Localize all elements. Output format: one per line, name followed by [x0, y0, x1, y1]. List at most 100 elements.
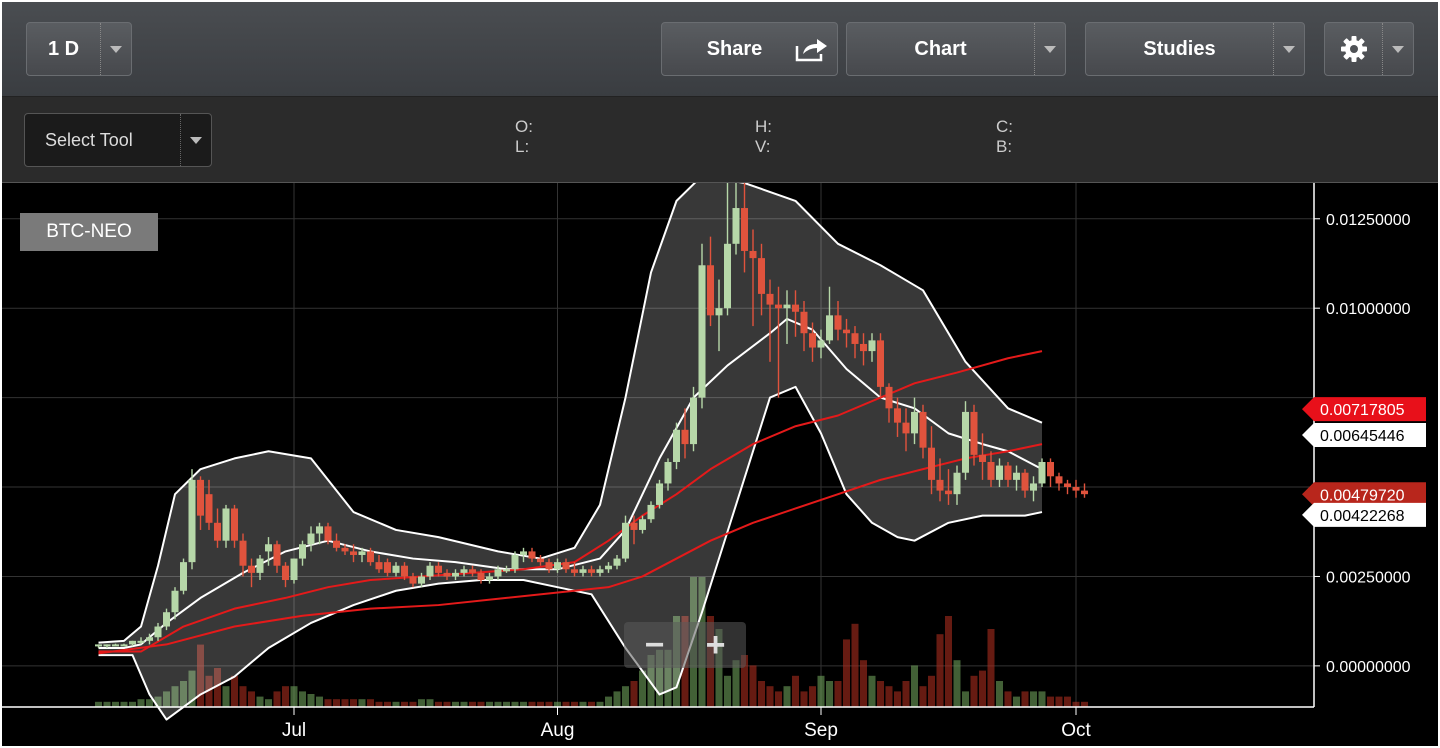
share-label: Share [706, 37, 763, 60]
volume-bar [868, 675, 876, 707]
candle-body [350, 551, 357, 555]
candle-body [868, 340, 876, 352]
toolbar: 1 D Share Chart Studies [2, 2, 1438, 97]
candle [962, 401, 969, 480]
candle-body [809, 333, 816, 348]
volume-bar [792, 675, 799, 707]
volume-bar [1072, 701, 1080, 707]
candle-body [987, 461, 995, 480]
gear-icon [1325, 35, 1382, 63]
volume-bar [333, 699, 340, 707]
chevron-down-icon[interactable] [100, 23, 131, 75]
candle-body [766, 293, 774, 305]
candle-body [367, 551, 374, 563]
interval-label: 1 D [47, 37, 80, 60]
zoom-in-button[interactable]: + [696, 626, 736, 665]
chevron-down-icon[interactable] [1382, 23, 1413, 75]
candle-body [341, 547, 349, 552]
volume-bar [324, 699, 332, 707]
candle-body [528, 551, 536, 559]
volume-bar [545, 701, 553, 707]
volume-bar [817, 675, 825, 707]
candle-body [554, 562, 561, 570]
volume-bar [341, 699, 349, 707]
volume-bar [800, 691, 808, 707]
candle-body [290, 558, 298, 581]
chevron-down-icon[interactable] [1273, 23, 1304, 75]
candle-body [1064, 483, 1071, 488]
y-tick-label: 0.01250000 [1326, 212, 1411, 229]
volume-bar [350, 699, 357, 707]
y-tick-label: 0.00250000 [1326, 569, 1411, 586]
candle [188, 469, 196, 570]
share-button[interactable]: Share [661, 22, 838, 76]
candle-body [545, 562, 553, 570]
volume-bar [452, 701, 459, 707]
candle-body [443, 572, 451, 577]
candle [698, 243, 706, 409]
candle [1064, 479, 1071, 495]
studies-dropdown[interactable]: Studies [1085, 22, 1305, 76]
volume-bar [902, 681, 910, 707]
ohlc-open-low: O: L: [515, 117, 533, 157]
volume-bar [477, 701, 485, 707]
volume-bar [579, 701, 587, 707]
price-labels: 0.00717805 0.00645446 0.00479720 0.00422268 [1302, 397, 1426, 527]
volume-bar [860, 660, 867, 707]
volume-bar [435, 701, 442, 707]
volume-bar [928, 675, 935, 707]
volume-bar [426, 699, 434, 707]
candle-body [783, 304, 791, 309]
volume-bar [375, 701, 383, 707]
candle-body [477, 572, 485, 581]
volume-bar [834, 681, 842, 707]
price-label: 0.00717805 [1320, 402, 1405, 419]
volume-bar [239, 686, 247, 707]
settings-dropdown[interactable] [1324, 22, 1414, 76]
candle-body [120, 644, 128, 647]
candle-body [894, 408, 901, 423]
candle-body [749, 250, 757, 259]
volume-bar [877, 681, 884, 707]
interval-dropdown[interactable]: 1 D [26, 22, 132, 76]
x-tick-label: Sep [804, 720, 838, 741]
volume-bar [511, 701, 519, 707]
share-icon [787, 36, 837, 62]
volume-bar [120, 701, 128, 707]
volume-bar [911, 665, 918, 707]
candle-body [469, 569, 476, 573]
volume-bar [112, 701, 119, 707]
candle-body [741, 208, 748, 251]
candle-body [579, 569, 587, 573]
volume-label: V: [755, 137, 771, 156]
chevron-down-icon[interactable] [180, 114, 211, 166]
candle-body [792, 304, 799, 312]
candle-body [358, 551, 366, 555]
candle-body [630, 522, 638, 530]
candle-body [690, 397, 697, 445]
chevron-down-icon[interactable] [1034, 23, 1065, 75]
candle [290, 558, 298, 584]
chart-type-dropdown[interactable]: Chart [846, 22, 1066, 76]
volume-bar [1047, 696, 1054, 707]
price-label: 0.00422268 [1320, 508, 1405, 525]
volume-bar [307, 694, 315, 707]
candle [1081, 483, 1088, 498]
zoom-out-button[interactable]: − [635, 626, 675, 665]
volume-bar [979, 670, 986, 707]
volume-bar [1030, 691, 1037, 707]
candle-body [936, 479, 944, 491]
candle-body [129, 640, 136, 645]
ohlc-high-volume: H: V: [755, 117, 772, 157]
volume-bar [231, 675, 238, 707]
candle-body [732, 208, 740, 244]
candle-body [1055, 476, 1063, 484]
candle-body [902, 422, 910, 434]
volume-bar [248, 691, 255, 707]
candle-body [962, 411, 969, 473]
candle-body [103, 644, 111, 647]
volume-bar [843, 639, 850, 707]
candle [1072, 479, 1080, 498]
x-tick-label: Oct [1061, 720, 1091, 741]
select-tool-dropdown[interactable]: Select Tool [24, 113, 212, 167]
